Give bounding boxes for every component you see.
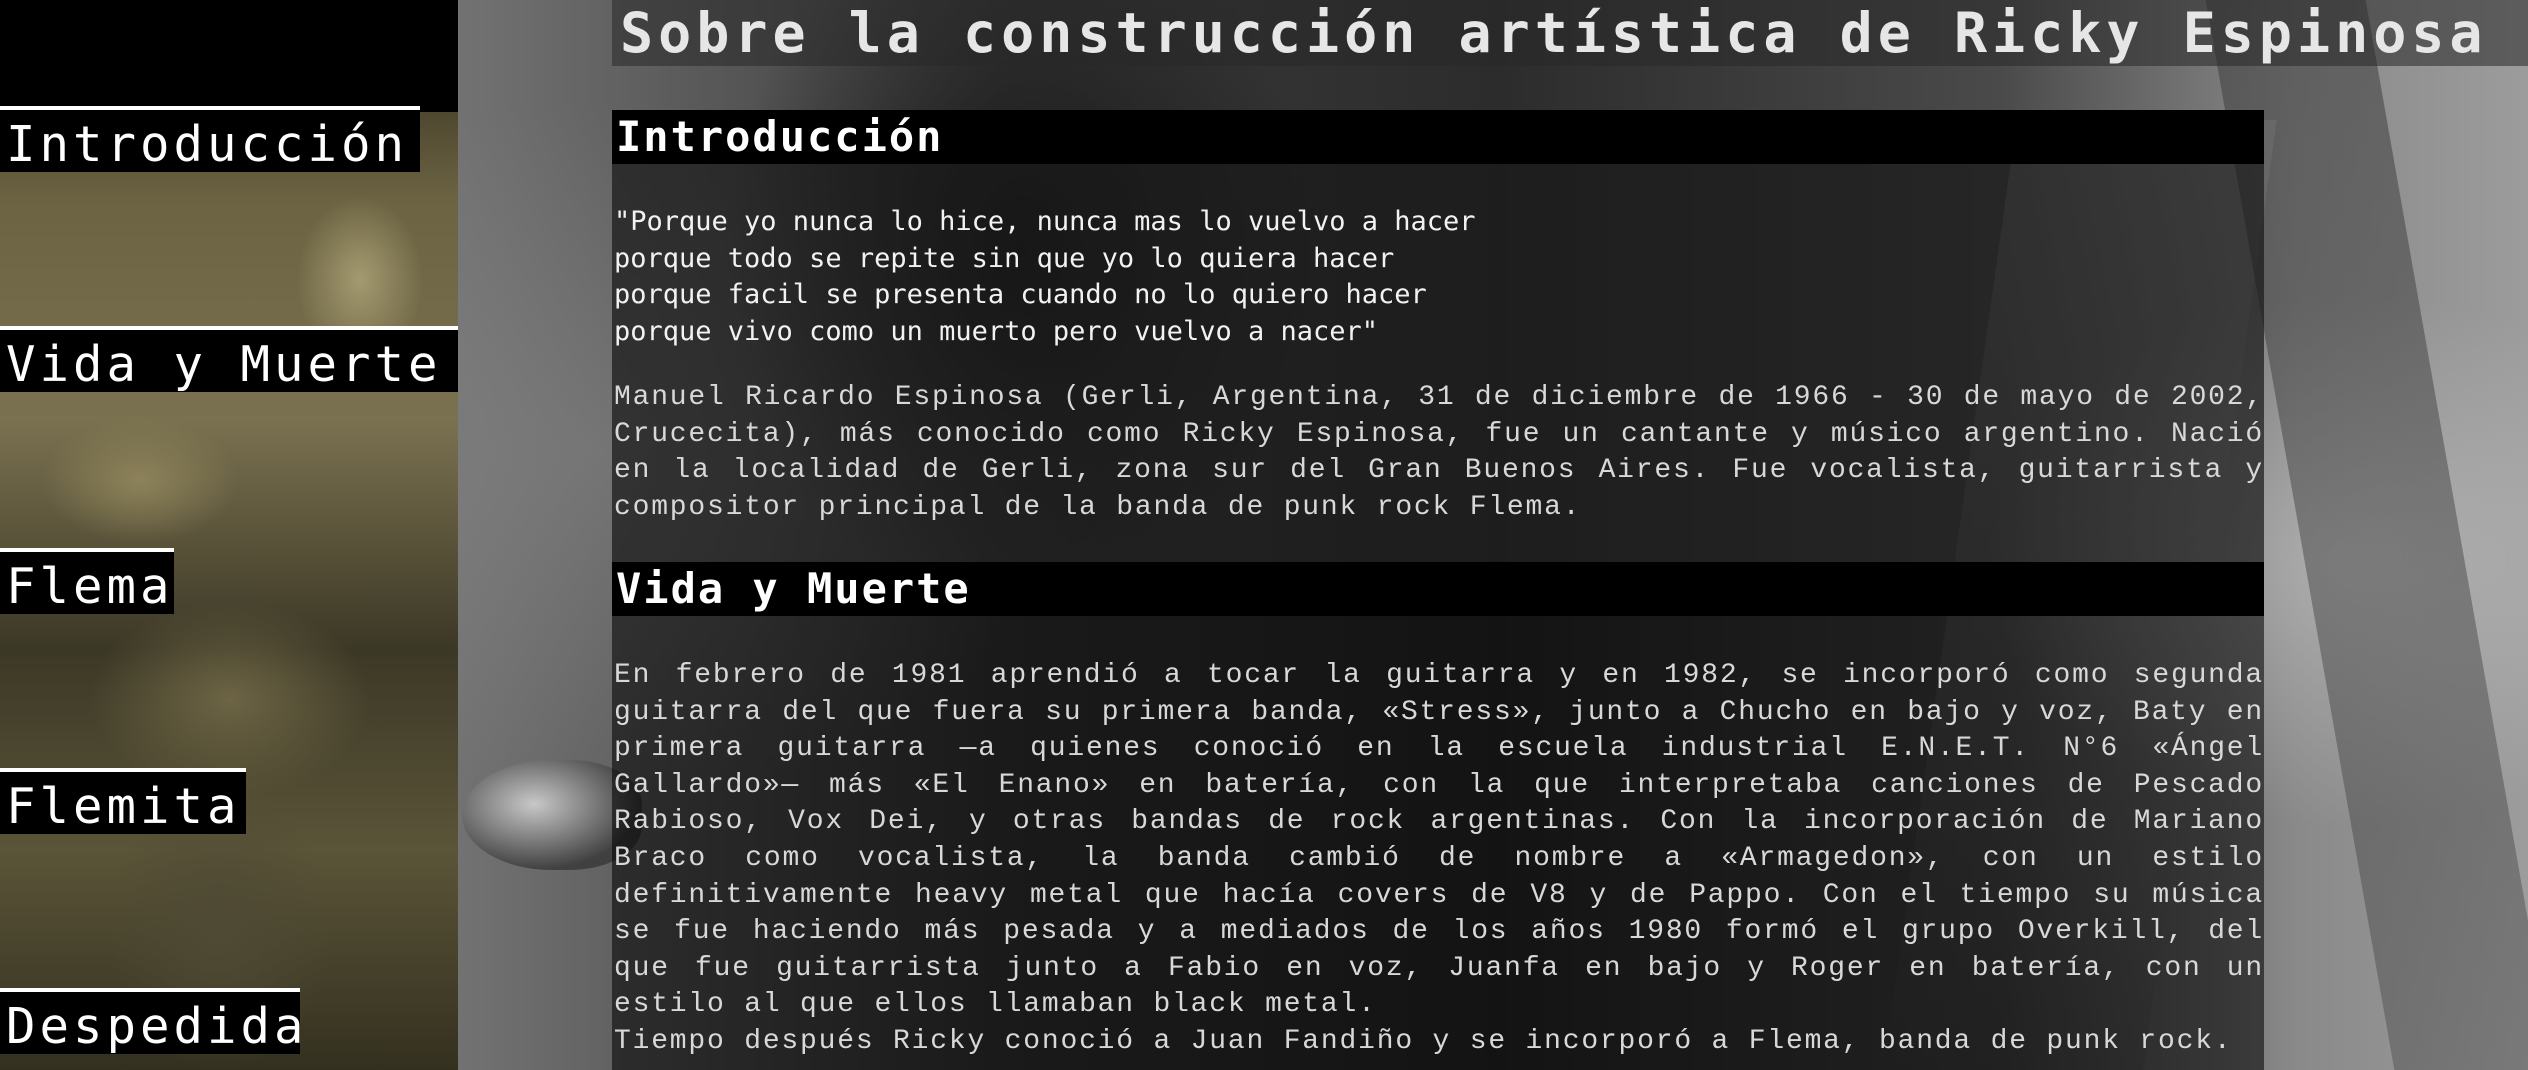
main-content: Introducción "Porque yo nunca lo hice, n…: [612, 110, 2264, 1070]
poem-line: porque vivo como un muerto pero vuelvo a…: [614, 315, 1379, 347]
section-heading-vida-y-muerte: Vida y Muerte: [612, 562, 2264, 616]
poem-line: porque todo se repite sin que yo lo quie…: [614, 242, 1395, 274]
vida-paragraph-1: En febrero de 1981 aprendió a tocar la g…: [614, 660, 2264, 1021]
sidebar-nav: Introducción Vida y Muerte Flema Flemita…: [0, 0, 458, 1070]
section-vida-y-muerte: Vida y Muerte En febrero de 1981 aprendi…: [612, 562, 2264, 1061]
intro-paragraph: Manuel Ricardo Espinosa (Gerli, Argentin…: [614, 382, 2264, 523]
vida-paragraph-2: Tiempo después Ricky conoció a Juan Fand…: [614, 1025, 2233, 1057]
sidebar-item-flema[interactable]: Flema: [0, 548, 174, 614]
section-introduccion: Introducción "Porque yo nunca lo hice, n…: [612, 110, 2264, 562]
page-title: Sobre la construcción artística de Ricky…: [612, 0, 2528, 66]
sidebar-item-flemita[interactable]: Flemita: [0, 768, 246, 834]
sidebar-item-despedida[interactable]: Despedida: [0, 988, 304, 1054]
poem-quote: "Porque yo nunca lo hice, nunca mas lo v…: [612, 204, 2264, 350]
poem-line: porque facil se presenta cuando no lo qu…: [614, 279, 1427, 310]
sidebar-header-bar: [0, 0, 458, 112]
sidebar-item-introduccion[interactable]: Introducción: [0, 106, 420, 172]
poem-line: "Porque yo nunca lo hice, nunca mas lo v…: [614, 206, 1476, 237]
page: Introducción Vida y Muerte Flema Flemita…: [0, 0, 2528, 1070]
sidebar-item-vida-y-muerte[interactable]: Vida y Muerte: [0, 326, 458, 392]
section-heading-introduccion: Introducción: [612, 110, 2264, 164]
